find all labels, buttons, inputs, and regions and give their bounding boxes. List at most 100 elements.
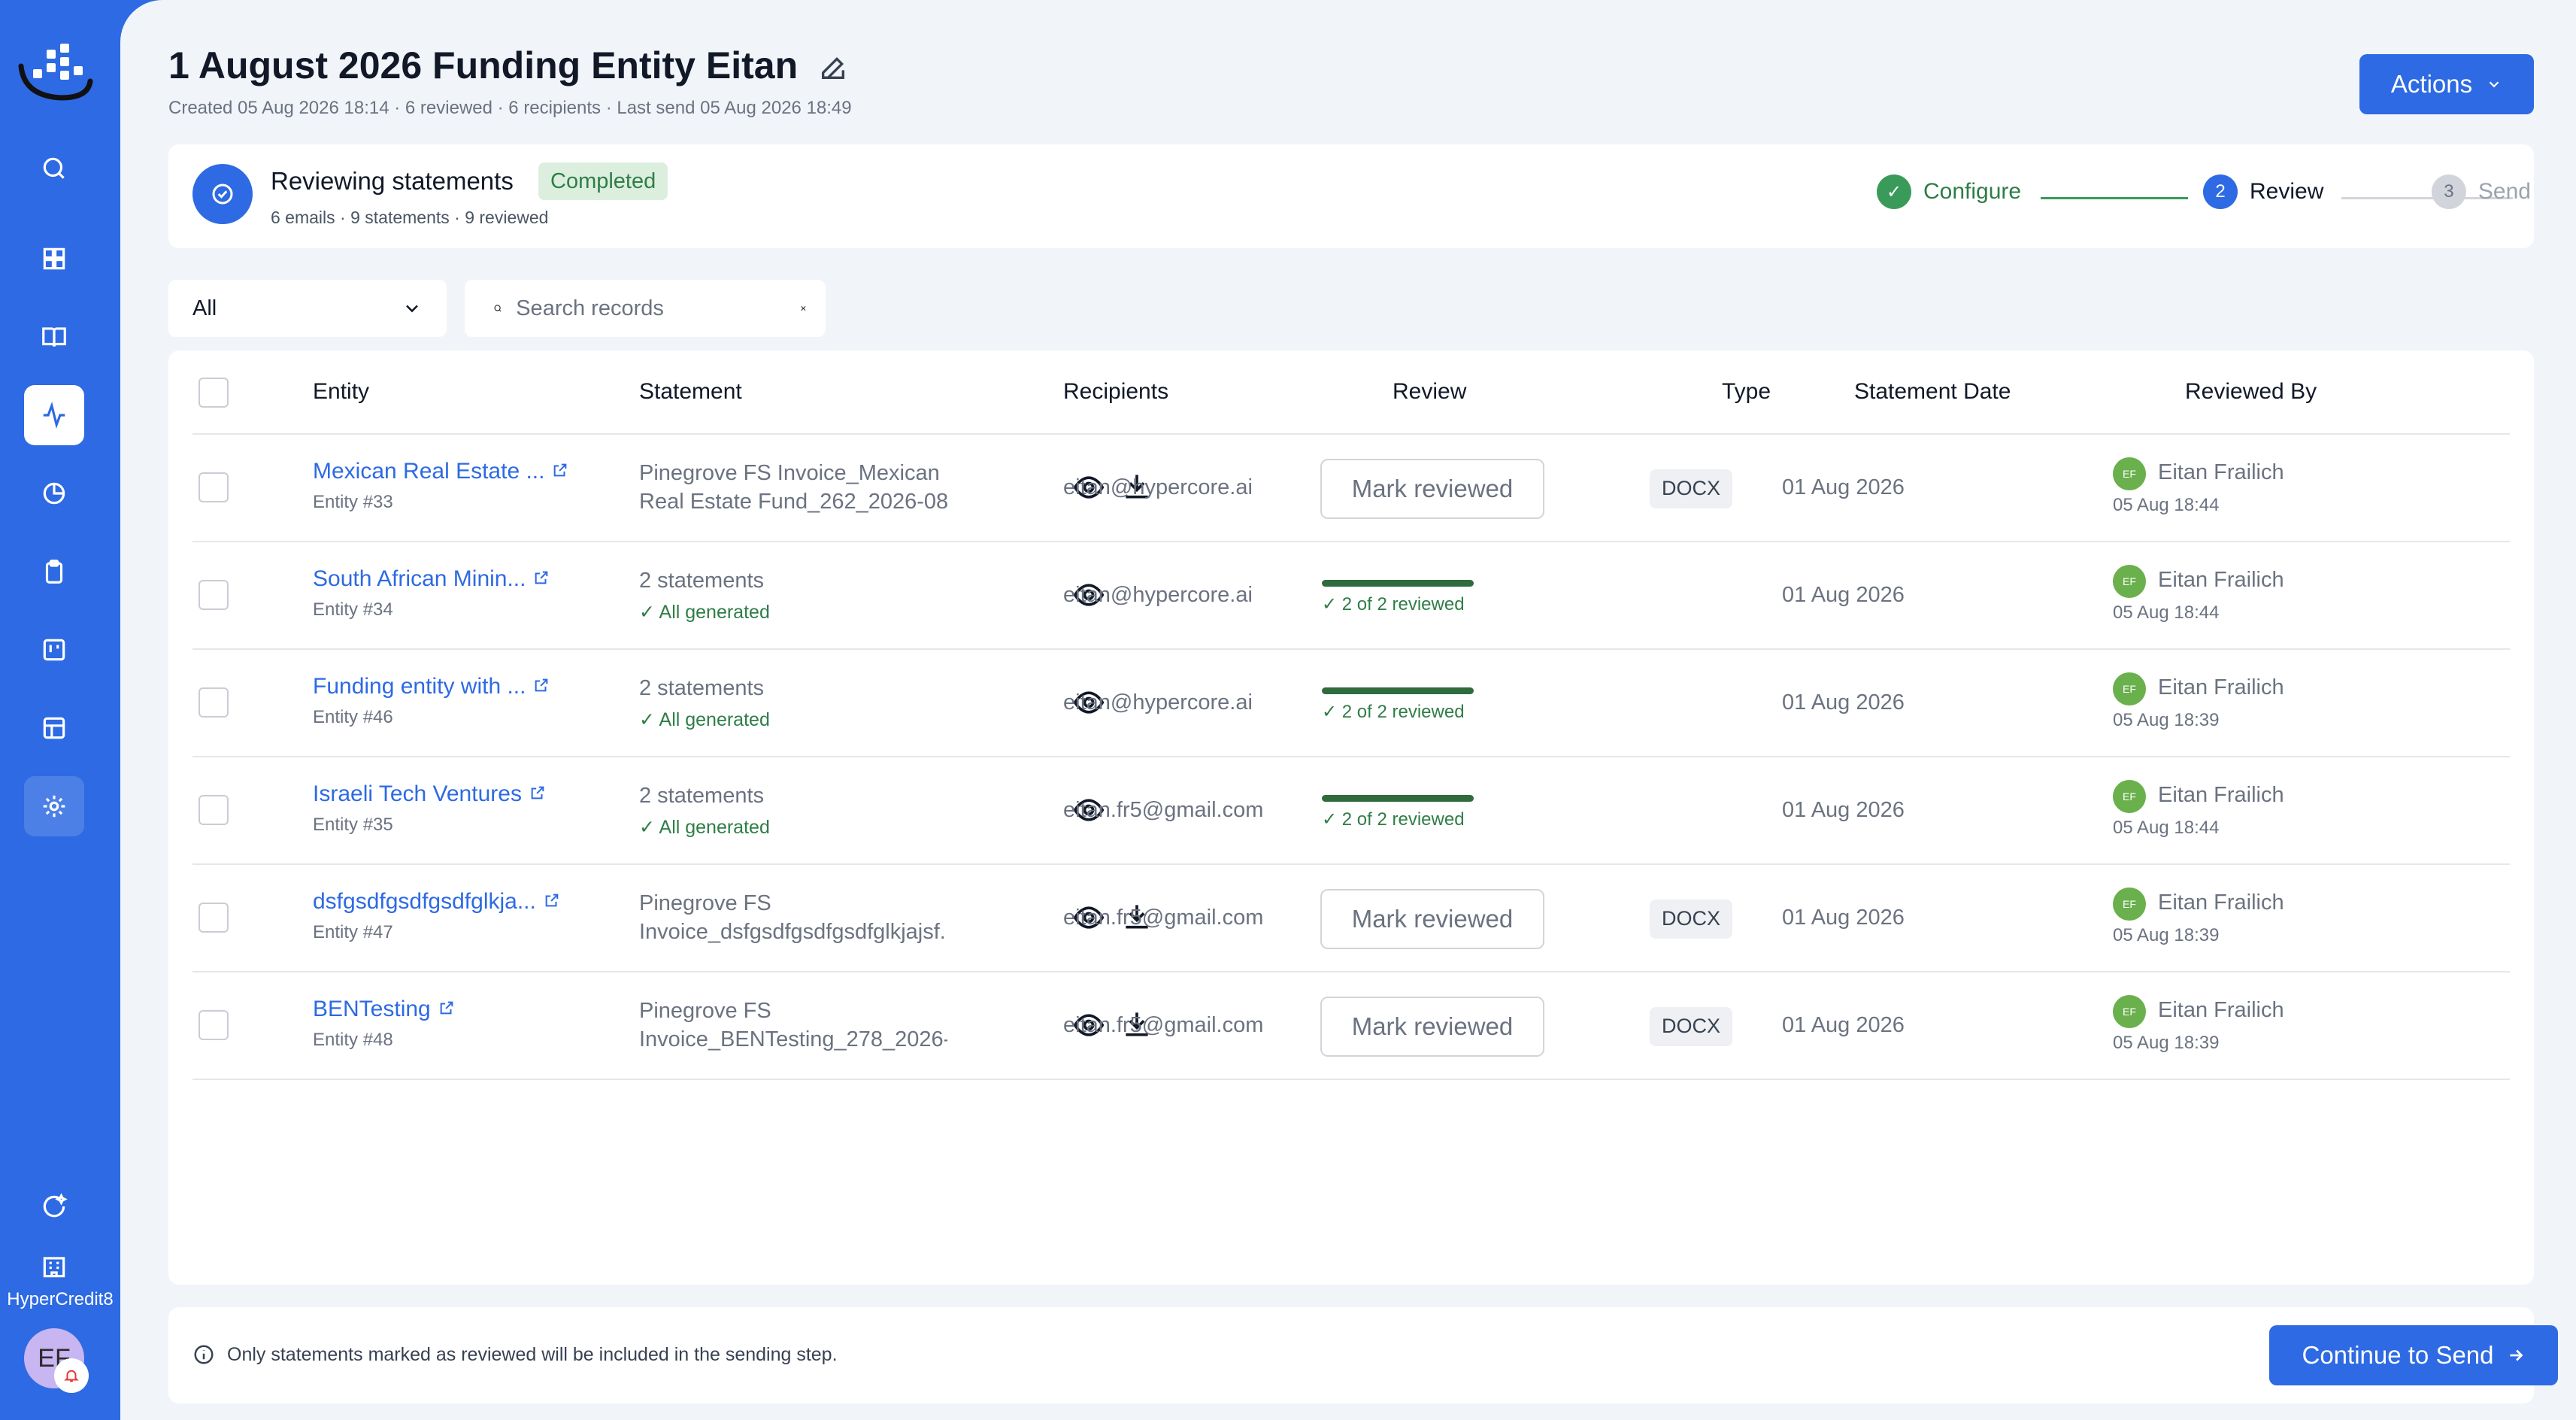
org-name: HyperCredit8: [7, 1289, 114, 1309]
continue-to-send-button[interactable]: Continue to Send: [2269, 1325, 2558, 1385]
reviewer-avatar: EF: [2113, 779, 2146, 813]
type-badge: DOCX: [1650, 469, 1732, 508]
row-checkbox[interactable]: [199, 579, 229, 610]
row-checkbox[interactable]: [199, 902, 229, 933]
review-progress-bar: [1322, 794, 1474, 802]
reviewed-time: 05 Aug 18:44: [2113, 494, 2220, 515]
nav-refresh-ai[interactable]: [24, 1176, 84, 1236]
refresh-sparkle-icon: [43, 1193, 68, 1218]
page-title: 1 August 2026 Funding Entity Eitan: [168, 44, 799, 86]
reviewer-avatar: EF: [2113, 672, 2146, 705]
sidebar: HyperCredit8 EF: [0, 0, 120, 1420]
mark-reviewed-button[interactable]: Mark reviewed: [1320, 996, 1544, 1057]
table-row: BENTesting Entity #48 Pinegrove FS Invoice_…: [192, 972, 2510, 1080]
gear-icon: [43, 795, 65, 818]
entity-link[interactable]: dsfgsdfgsdfgsdfglkja...: [313, 889, 560, 915]
edit-icon[interactable]: [818, 53, 848, 83]
table-row: Israeli Tech Ventures Entity #35 2 stateme…: [192, 757, 2510, 865]
check-circle-icon: [212, 184, 233, 205]
statement-count: 2 statements: [639, 568, 765, 593]
statement-status: ✓ All generated: [639, 601, 770, 624]
status-icon: [192, 164, 253, 224]
statement-status-text: All generated: [659, 708, 770, 730]
entity-link[interactable]: South African Minin...: [313, 566, 550, 592]
continue-label: Continue to Send: [2302, 1341, 2494, 1369]
table-row: South African Minin... Entity #34 2 statem…: [192, 542, 2510, 650]
recipient-email: eitan.fr5@gmail.com: [1063, 905, 1264, 930]
entity-link[interactable]: Mexican Real Estate ...: [313, 459, 568, 484]
clipboard-icon: [45, 560, 63, 584]
step-review[interactable]: 2 Review: [2203, 174, 2323, 209]
check-icon: ✓: [639, 708, 659, 730]
filter-value: All: [192, 296, 217, 320]
footer-note-text: Only statements marked as reviewed will …: [227, 1343, 838, 1365]
status-badge: Completed: [538, 162, 668, 200]
close-icon[interactable]: [799, 297, 808, 320]
recipient-email: eitan.fr5@gmail.com: [1063, 797, 1264, 822]
select-all-checkbox[interactable]: [199, 378, 229, 408]
step-send[interactable]: 3 Send: [2431, 174, 2531, 209]
statement-count: 2 statements: [639, 783, 765, 808]
actions-button[interactable]: Actions: [2359, 54, 2534, 114]
review-progress-label: ✓ 2 of 2 reviewed: [1322, 809, 1465, 830]
reviewed-time: 05 Aug 18:44: [2113, 602, 2220, 623]
nav-search[interactable]: [24, 138, 84, 199]
column-header[interactable]: Statement Date: [1854, 379, 2011, 405]
search-input[interactable]: [516, 296, 800, 321]
review-progress-label: ✓ 2 of 2 reviewed: [1322, 701, 1465, 723]
review-progress-bar: [1322, 579, 1474, 587]
entity-link[interactable]: Funding entity with ...: [313, 674, 550, 699]
column-header[interactable]: Reviewed By: [2185, 379, 2317, 405]
nav-book[interactable]: [24, 307, 84, 367]
statement-status: ✓ All generated: [639, 708, 770, 731]
entity-link[interactable]: BENTesting: [313, 997, 455, 1022]
entity-name: BENTesting: [313, 996, 431, 1021]
step-number: 3: [2431, 174, 2466, 209]
app-logo[interactable]: [17, 36, 95, 104]
dashboard-icon: [43, 247, 65, 270]
mark-reviewed-button[interactable]: Mark reviewed: [1320, 458, 1544, 519]
nav-kanban[interactable]: [24, 620, 84, 680]
entity-link[interactable]: Israeli Tech Ventures: [313, 781, 546, 807]
external-link-icon: [533, 566, 550, 592]
status-meta: 6 emails · 9 statements · 9 reviewed: [271, 208, 549, 227]
step-label: Send: [2478, 179, 2531, 204]
entity-id: Entity #47: [313, 921, 393, 942]
review-progress-label: ✓ 2 of 2 reviewed: [1322, 593, 1465, 615]
column-header[interactable]: Recipients: [1063, 379, 1168, 405]
nav-organization[interactable]: [24, 1236, 84, 1297]
footer-note: Only statements marked as reviewed will …: [192, 1343, 838, 1366]
column-header[interactable]: Statement: [639, 379, 742, 405]
nav-settings[interactable]: [24, 776, 84, 836]
statement-line: Pinegrove FS: [639, 891, 771, 915]
notification-bell[interactable]: [54, 1358, 89, 1393]
column-header[interactable]: Type: [1722, 379, 1771, 405]
entity-name: Mexican Real Estate ...: [313, 458, 545, 484]
nav-clipboard[interactable]: [24, 542, 84, 602]
nav-activity[interactable]: [24, 385, 84, 445]
row-checkbox[interactable]: [199, 1009, 229, 1040]
row-checkbox[interactable]: [199, 687, 229, 718]
entity-id: Entity #35: [313, 814, 393, 835]
filter-select[interactable]: All: [168, 280, 447, 337]
bell-icon: [64, 1370, 79, 1382]
column-header[interactable]: Entity: [313, 379, 369, 405]
entity-id: Entity #46: [313, 706, 393, 727]
step-label: Configure: [1923, 179, 2022, 204]
nav-reports[interactable]: [24, 463, 84, 523]
statement-date: 01 Aug 2026: [1782, 690, 1905, 715]
row-checkbox[interactable]: [199, 794, 229, 825]
check-icon: ✓: [1322, 593, 1342, 614]
review-progress-text: 2 of 2 reviewed: [1341, 809, 1465, 830]
check-icon: ✓: [639, 601, 659, 623]
review-progress-text: 2 of 2 reviewed: [1341, 593, 1465, 614]
step-configure[interactable]: ✓ Configure: [1877, 174, 2021, 209]
reviewer-name: Eitan Frailich: [2158, 997, 2284, 1022]
mark-reviewed-button[interactable]: Mark reviewed: [1320, 888, 1544, 949]
column-header[interactable]: Review: [1393, 379, 1466, 405]
nav-table[interactable]: [24, 698, 84, 758]
statement-date: 01 Aug 2026: [1782, 475, 1905, 499]
nav-dashboard[interactable]: [24, 229, 84, 289]
status-title: Reviewing statements: [271, 167, 514, 195]
row-checkbox[interactable]: [199, 472, 229, 502]
